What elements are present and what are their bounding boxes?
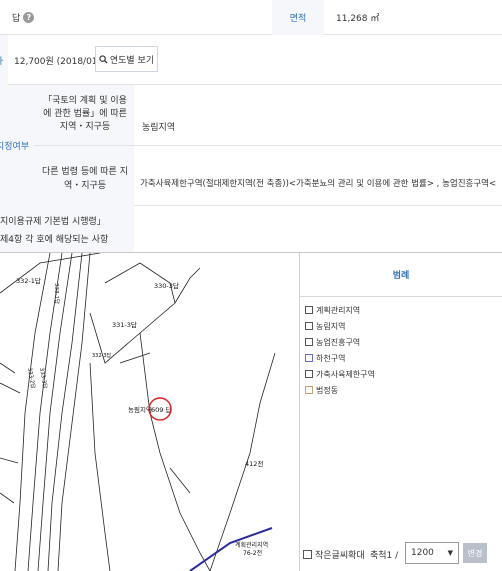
legend-item[interactable]: 계획관리지역 [305,304,360,316]
bigtext-label: 작은글씨확대 [315,551,365,561]
legend-item-label: 법정동 [316,385,339,395]
zone-side-cell: 지정여부 [0,85,34,205]
map-label-parcel-selected: 609 답 [151,406,171,414]
legend-item[interactable]: 하천구역 [305,352,345,364]
price-value: 12,700원 (2018/01) [14,56,102,67]
price-value-cell: 12,700원 (2018/01) [14,35,101,85]
map-label-zone: 계획관리지역 [235,541,268,549]
reg-label-line1: 지이용규제 기본법 시행령」 [0,217,106,227]
chevron-down-icon: ▼ [447,549,453,557]
price-row: ㅏ 12,700원 (2018/01) [0,35,502,85]
area-label: 면적 [289,14,307,24]
law1-value: 농림지역 [142,123,176,133]
legend-item-label: 가축사육제한구역 [316,369,375,379]
legend-checkbox[interactable] [305,386,313,394]
legend-checkbox[interactable] [305,370,313,378]
area-label-cell: 면적 [272,0,324,35]
map-label-parcel: 412전 [245,459,263,468]
map-label-parcel: 76-2전 [243,549,262,557]
scale-label: 축척1 / [370,551,399,561]
yearly-view-button[interactable]: 연도별 보기 [95,46,158,72]
change-scale-button[interactable]: 변경 [463,543,487,563]
jimok-value-cell: 답 ? [12,0,35,35]
map-label-parcel: 333-3답 [38,367,49,389]
land-use-map[interactable]: 332-1답 330-3답 331-3답 332-3답 333-1답 333-2… [0,253,300,571]
legend-item[interactable]: 농업진흥구역 [305,336,360,348]
area-value-cell: 11,268 ㎡ [336,0,379,35]
jimok-value: 답 [12,14,21,24]
search-icon [99,54,108,64]
map-label-parcel: 333-2답 [26,367,37,389]
bigtext-checkbox[interactable] [303,550,312,559]
legend-checkbox[interactable] [305,322,313,330]
law1-label: 「국토의 계획 및 이용에 관한 법률」에 따른 지역・지구등 [43,96,127,132]
zone-side-label: 지정여부 [0,142,30,152]
area-value: 11,268 ㎡ [336,14,380,24]
map-label-parcel: 331-3답 [112,321,137,329]
legend-item-label: 하천구역 [316,353,346,363]
price-side: ㅏ [0,35,8,85]
map-label-parcel: 333-1답 [53,283,60,304]
legend-panel: 범례 계획관리지역 농림지역 농업진흥구역 하천구역 가축사육제한구역 법정동 [300,253,502,571]
reg-label-line2: 제4항 각 호에 해당되는 사항 [0,235,109,245]
yearly-view-label: 연도별 보기 [109,55,155,66]
legend-checkbox[interactable] [305,354,313,362]
legend-checkbox[interactable] [305,338,313,346]
reg-label-cell [0,205,134,253]
law2-value: 가축사육제한구역(절대제한지역(전 축종))<가축분뇨의 관리 및 이용에 관한… [140,179,497,189]
scale-value: 1200 [411,548,434,558]
map-controls: 작은글씨확대 축척1 / 1200 ▼ 변경 [300,539,502,569]
legend-item[interactable]: 농림지역 [305,320,345,332]
map-canvas: 332-1답 330-3답 331-3답 332-3답 333-1답 333-2… [0,253,276,571]
map-label-parcel: 332-1답 [16,277,41,285]
zone-divider [34,145,502,146]
legend-item-label: 농림지역 [316,321,346,331]
bigtext-toggle[interactable]: 작은글씨확대 [303,548,365,561]
law2-label: 다른 법령 등에 따른 지역・지구등 [42,167,128,191]
legend-checkbox[interactable] [305,306,313,314]
map-label-parcel: 330-3답 [154,282,179,290]
jimok-row: 답 ? 면적 11,268 ㎡ [0,0,502,35]
scale-select[interactable]: 1200 ▼ [405,542,459,564]
legend-item-label: 농업진흥구역 [316,337,361,347]
legend-title: 범례 [300,253,502,297]
legend-item[interactable]: 가축사육제한구역 [305,368,375,380]
map-label-parcel: 332-3답 [92,352,112,359]
help-icon[interactable]: ? [23,12,35,23]
legend-item[interactable]: 법정동 [305,384,338,396]
legend-item-label: 계획관리지역 [316,305,361,315]
